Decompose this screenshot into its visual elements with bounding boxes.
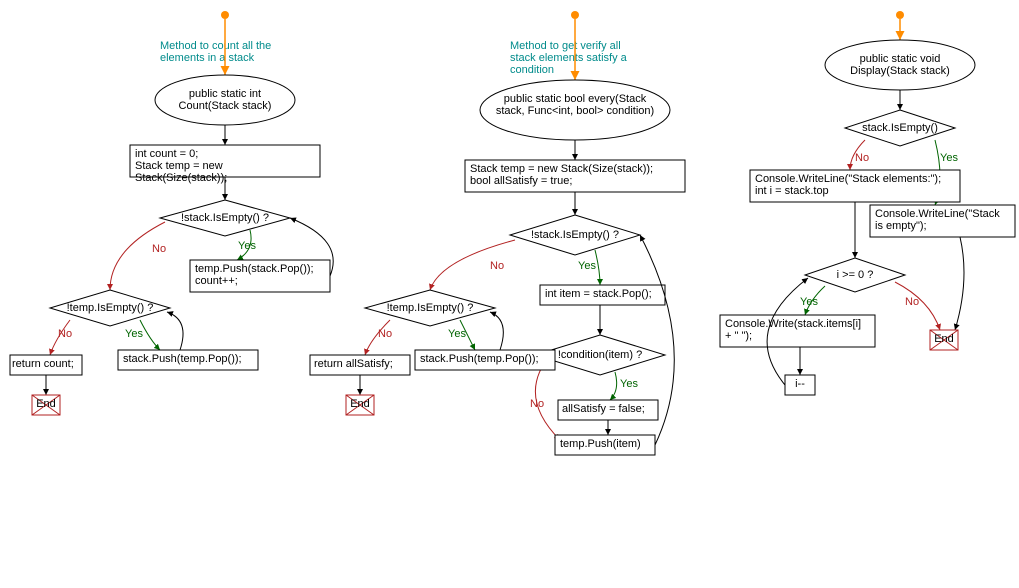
f1-d1: !stack.IsEmpty() ? [180,212,270,224]
f1-d2-no: No [58,328,72,340]
f2-b3: allSatisfy = false; [562,403,654,415]
f3-d2: i >= 0 ? [828,269,882,281]
f2-b2: int item = stack.Pop(); [545,288,660,300]
f2-start: public static bool every(Stack stack, Fu… [495,93,655,117]
f3-b2: Console.WriteLine("Stack is empty"); [875,208,1010,232]
f3-b3: Console.Write(stack.items[i] + " "); [725,318,870,342]
f2-end: End [348,398,372,410]
f3-d1-yes: Yes [940,152,958,164]
f1-b1: int count = 0; Stack temp = new Stack(Si… [135,148,315,184]
flowchart-svg [0,0,1019,588]
f2-d3-no: No [378,328,392,340]
f2-d1-no: No [490,260,504,272]
f3-d1-no: No [855,152,869,164]
f2-b5: stack.Push(temp.Pop()); [420,353,550,365]
f1-d1-yes: Yes [238,240,256,252]
f1-b4: return count; [12,358,80,370]
f1-b3: stack.Push(temp.Pop()); [123,353,253,365]
f1-start: public static int Count(Stack stack) [170,88,280,112]
f1-d1-no: No [152,243,166,255]
f2-d2-no: No [530,398,544,410]
f2-d2-yes: Yes [620,378,638,390]
f2-d3-yes: Yes [448,328,466,340]
f1-d2-yes: Yes [125,328,143,340]
f3-b4: i-- [788,378,812,390]
f1-end: End [34,398,58,410]
f3-end: End [932,333,956,345]
f3-d2-no: No [905,296,919,308]
f2-d1-yes: Yes [578,260,596,272]
f1-b2: temp.Push(stack.Pop()); count++; [195,263,325,287]
f2-d3: !temp.IsEmpty() ? [382,302,478,314]
f2-b1: Stack temp = new Stack(Size(stack)); boo… [470,163,680,187]
f3-b1: Console.WriteLine("Stack elements:"); in… [755,173,955,197]
f2-b6: return allSatisfy; [314,358,406,370]
f2-d2: !condition(item) ? [550,349,650,361]
f2-b4: temp.Push(item) [560,438,650,450]
f3-d2-yes: Yes [800,296,818,308]
f3-start: public static void Display(Stack stack) [845,53,955,77]
f1-d2: !temp.IsEmpty() ? [65,302,155,314]
f3-d1: stack.IsEmpty() [858,122,942,134]
f2-d1: !stack.IsEmpty() ? [530,229,620,241]
